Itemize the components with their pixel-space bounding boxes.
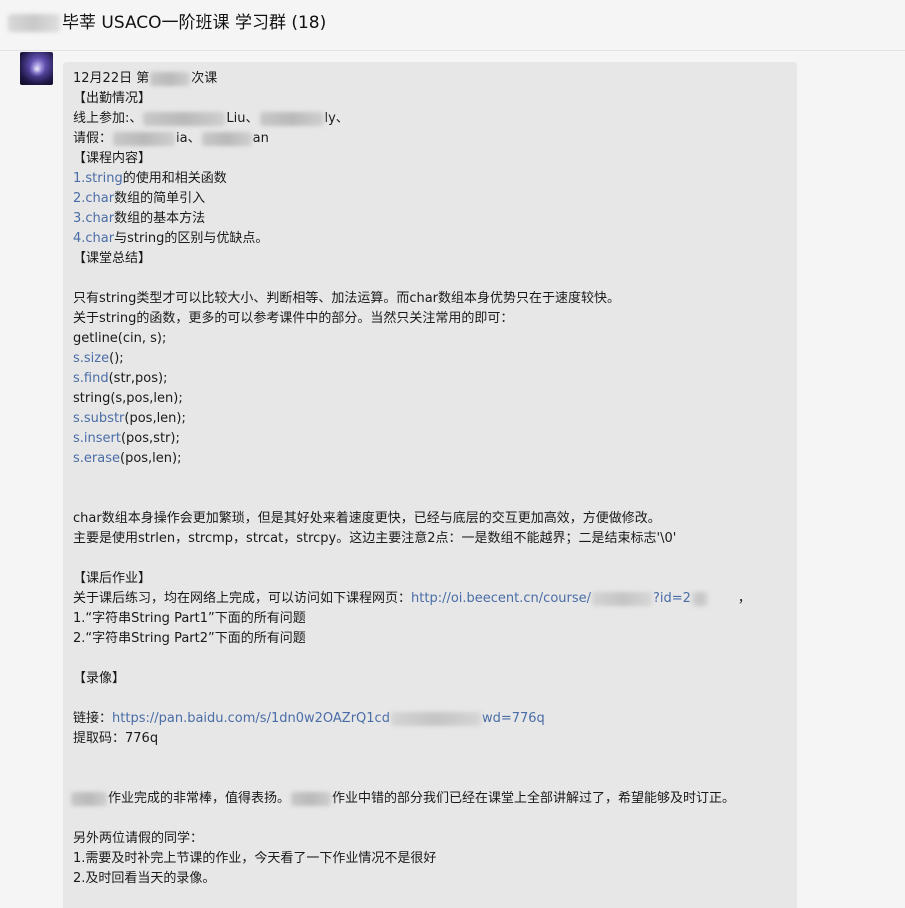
content-text: 数组的基本方法 — [114, 211, 206, 226]
homework-item: 1.“字符串String Part1”下面的所有问题 — [73, 611, 306, 626]
section-heading-homework: 【课后作业】 — [73, 571, 152, 586]
baidu-pan-link-tail[interactable]: wd=776q — [482, 711, 545, 726]
summary-line: 关于string的函数，更多的可以参考课件中的部分。当然只关注常用的即可： — [73, 311, 514, 326]
code-text: (str,pos); — [108, 371, 168, 386]
redacted-text — [150, 71, 191, 86]
redacted-url — [390, 711, 481, 726]
leave-label: 请假： — [73, 131, 113, 146]
redacted-name — [71, 791, 107, 806]
note-line: 另外两位请假的同学： — [73, 831, 204, 846]
code-text: (pos,len); — [124, 411, 186, 426]
note-line: 1.需要及时补完上节课的作业，今天看了一下作业情况不是很好 — [73, 851, 437, 866]
code-link[interactable]: s.size — [73, 351, 109, 366]
code-line: s.substr(pos,len); — [73, 409, 793, 429]
note-line: 2.及时回看当天的录像。 — [73, 871, 216, 886]
online-label: 线上参加:、 — [73, 111, 143, 126]
content-item: 4.char与string的区别与优缺点。 — [73, 229, 793, 249]
lesson-suffix: 次课 — [191, 71, 218, 86]
lesson-date: 12月22日 第 — [73, 71, 150, 86]
student-name: an — [252, 131, 269, 146]
redacted-name — [291, 791, 332, 806]
content-link[interactable]: 2.char — [73, 191, 114, 206]
code-link[interactable]: s.erase — [73, 451, 120, 466]
summary-line: 只有string类型才可以比较大小、判断相等、加法运算。而char数组本身优势只… — [73, 291, 621, 306]
content-item: 3.char数组的基本方法 — [73, 209, 793, 229]
code-text: (); — [109, 351, 124, 366]
section-heading-recording: 【录像】 — [73, 671, 126, 686]
content-link[interactable]: 3.char — [73, 211, 114, 226]
link-label: 链接： — [73, 711, 113, 726]
content-text: 的使用和相关函数 — [122, 171, 227, 186]
redacted-name — [259, 111, 324, 126]
content-text: 数组的简单引入 — [114, 191, 206, 206]
code-line: s.erase(pos,len); — [73, 449, 793, 469]
praise-text: 作业中错的部分我们已经在课堂上全部讲解过了，希望能够及时订正。 — [332, 791, 736, 806]
homework-line: 关于课后练习，均在网络上完成，可以访问如下课程网页：http://oi.beec… — [73, 589, 793, 609]
student-name: ly、 — [324, 111, 349, 126]
section-heading-attendance: 【出勤情况】 — [73, 91, 152, 106]
homework-item: 2.“字符串String Part2”下面的所有问题 — [73, 631, 306, 646]
message-text: 12月22日 第 次课 【出勤情况】 线上参加:、 Liu、 ly、 请假： ia、 an… — [71, 69, 793, 889]
message-line-leave: 请假： ia、 an — [73, 129, 793, 149]
chat-title-bar: 毕莘 USACO一阶班课 学习群 (18) — [0, 0, 905, 51]
course-link-query[interactable]: ?id=2 — [653, 591, 691, 606]
code-line: getline(cin, s); — [73, 331, 167, 346]
content-link[interactable]: 1.string — [73, 171, 123, 186]
section-heading-summary: 【课堂总结】 — [73, 251, 152, 266]
content-item: 1.string的使用和相关函数 — [73, 169, 793, 189]
code-line: s.find(str,pos); — [73, 369, 793, 389]
code-link[interactable]: s.substr — [73, 411, 124, 426]
code-text: (pos,str); — [120, 431, 180, 446]
content-item: 2.char数组的简单引入 — [73, 189, 793, 209]
content-link[interactable]: 4.char — [73, 231, 114, 246]
code-link[interactable]: s.find — [73, 371, 109, 386]
redacted-title-prefix — [8, 14, 60, 32]
code-line: s.size(); — [73, 349, 793, 369]
redacted-name — [201, 131, 252, 146]
student-name: ia、 — [176, 131, 201, 146]
code-line: s.insert(pos,str); — [73, 429, 793, 449]
homework-punct: ， — [737, 591, 751, 606]
code-link[interactable]: s.insert — [73, 431, 121, 446]
praise-text: 作业完成的非常棒，值得表扬。 — [108, 791, 291, 806]
message-line-online: 线上参加:、 Liu、 ly、 — [73, 109, 793, 129]
recording-link-line: 链接：https://pan.baidu.com/s/1dn0w2OAZrQ1c… — [73, 709, 793, 729]
course-link[interactable]: http://oi.beecent.cn/course/ — [411, 591, 591, 606]
chat-title[interactable]: 毕莘 USACO一阶班课 学习群 (18) — [62, 11, 326, 35]
message-line: 12月22日 第 次课 — [73, 69, 793, 89]
code-text: (pos,len); — [120, 451, 182, 466]
redacted-url — [691, 591, 708, 606]
summary-line: char数组本身操作会更加繁琐，但是其好处来着速度更快，已经与底层的交互更加高效… — [73, 511, 661, 526]
section-heading-content: 【课程内容】 — [73, 151, 152, 166]
praise-line: 作业完成的非常棒，值得表扬。 作业中错的部分我们已经在课堂上全部讲解过了，希望能够… — [71, 789, 793, 809]
content-text: 与string的区别与优缺点。 — [114, 231, 269, 246]
student-name: Liu、 — [226, 111, 259, 126]
code-line: string(s,pos,len); — [73, 391, 183, 406]
redacted-name — [143, 111, 226, 126]
redacted-name — [113, 131, 176, 146]
homework-text: 关于课后练习，均在网络上完成，可以访问如下课程网页： — [73, 591, 412, 606]
sender-avatar[interactable] — [20, 52, 53, 85]
redacted-url — [592, 591, 653, 606]
summary-line: 主要是使用strlen，strcmp，strcat，strcpy。这边主要注意2… — [73, 531, 677, 546]
baidu-pan-link[interactable]: https://pan.baidu.com/s/1dn0w2OAZrQ1cd — [112, 711, 390, 726]
extract-code: 提取码：776q — [73, 731, 159, 746]
